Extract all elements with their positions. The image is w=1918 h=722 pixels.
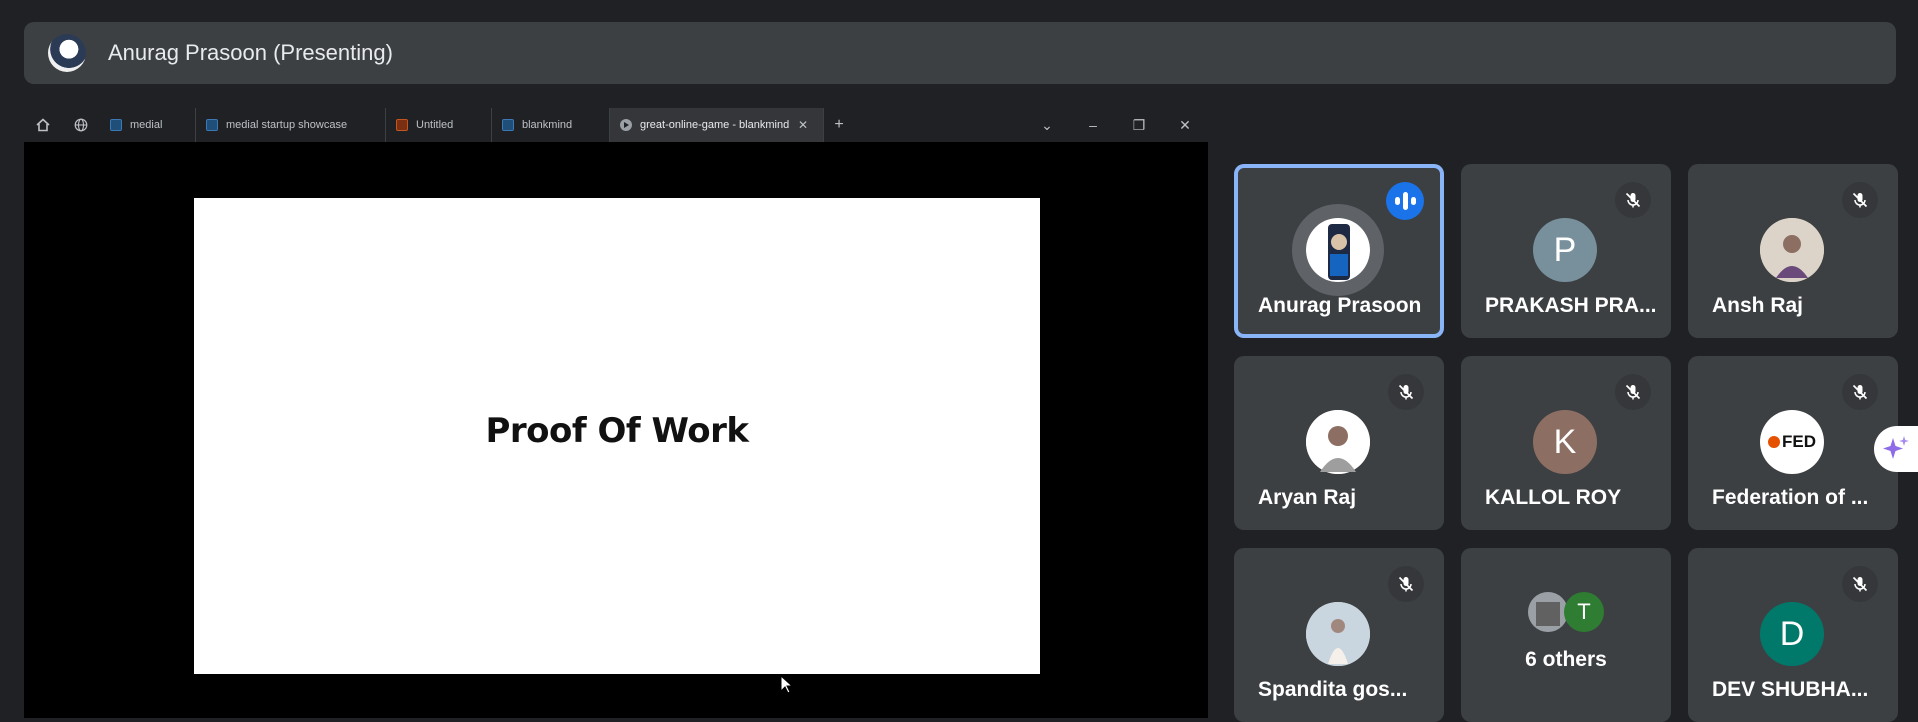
avatar: D: [1760, 602, 1824, 666]
speaking-indicator-icon: [1386, 182, 1424, 220]
shared-screen: medial medial startup showcase Untitled …: [24, 108, 1208, 718]
sparkle-icon: [1883, 436, 1909, 459]
medial-favicon-icon: [206, 119, 218, 131]
participant-tile[interactable]: P PRAKASH PRA...: [1461, 164, 1671, 338]
mic-off-icon: [1388, 566, 1424, 602]
avatar: [1760, 218, 1824, 282]
browser-tab-bar: medial medial startup showcase Untitled …: [24, 108, 1208, 142]
play-favicon-icon: [620, 119, 632, 131]
mic-off-icon: [1388, 374, 1424, 410]
tab-label: great-online-game - blankmind: [640, 119, 790, 131]
presenter-banner: Anurag Prasoon (Presenting): [24, 22, 1896, 84]
tab-medial-startup-showcase[interactable]: medial startup showcase: [196, 108, 386, 142]
blankmind-favicon-icon: [502, 119, 514, 131]
chevron-down-icon[interactable]: ⌄: [1024, 108, 1070, 142]
tab-medial[interactable]: medial: [100, 108, 196, 142]
others-avatars: T: [1461, 592, 1671, 632]
avatar: [1306, 602, 1370, 666]
tab-label: medial startup showcase: [226, 119, 348, 131]
restore-button[interactable]: ❐: [1116, 108, 1162, 142]
participant-name: PRAKASH PRA...: [1485, 294, 1657, 317]
participant-name: KALLOL ROY: [1485, 486, 1622, 509]
window-controls: ⌄ – ❐ ✕: [1024, 108, 1208, 142]
home-icon[interactable]: [24, 108, 62, 142]
participant-tile[interactable]: Spandita gos...: [1234, 548, 1444, 722]
tab-untitled[interactable]: Untitled: [386, 108, 492, 142]
participant-name: Ansh Raj: [1712, 294, 1804, 317]
participant-name: Anurag Prasoon: [1258, 294, 1422, 317]
participant-tile[interactable]: Aryan Raj: [1234, 356, 1444, 530]
others-group: T 6 others: [1461, 592, 1671, 672]
minimize-button[interactable]: –: [1070, 108, 1116, 142]
avatar: K: [1533, 410, 1597, 474]
mic-off-icon: [1615, 182, 1651, 218]
others-tile[interactable]: T 6 others: [1461, 548, 1671, 722]
participant-tile[interactable]: Anurag Prasoon: [1234, 164, 1444, 338]
close-window-button[interactable]: ✕: [1162, 108, 1208, 142]
globe-icon[interactable]: [62, 108, 100, 142]
new-tab-button[interactable]: +: [824, 116, 854, 134]
avatar: P: [1533, 218, 1597, 282]
participant-name: Spandita gos...: [1258, 678, 1408, 701]
fed-logo-icon: [1768, 436, 1780, 448]
presentation-slide: Proof Of Work: [194, 198, 1040, 674]
sparkle-button[interactable]: [1874, 426, 1918, 472]
avatar: [1306, 410, 1370, 474]
mouse-cursor-icon: [780, 674, 794, 700]
slides-favicon-icon: [396, 119, 408, 131]
mic-off-icon: [1842, 566, 1878, 602]
tab-label: Untitled: [416, 119, 454, 131]
close-tab-icon[interactable]: ✕: [798, 118, 808, 132]
tab-great-online-game[interactable]: great-online-game - blankmind ✕: [610, 108, 824, 142]
participant-tile[interactable]: Ansh Raj: [1688, 164, 1898, 338]
participant-name: Aryan Raj: [1258, 486, 1357, 509]
tab-label: medial: [130, 119, 163, 131]
fed-logo-text: FED: [1782, 432, 1816, 451]
avatar: T: [1564, 592, 1604, 632]
presenter-avatar: [48, 34, 86, 72]
tab-label: blankmind: [522, 119, 573, 131]
avatar: [1306, 218, 1370, 282]
mic-off-icon: [1842, 374, 1878, 410]
participant-name: DEV SHUBHA...: [1712, 678, 1869, 701]
avatar: FED: [1760, 410, 1824, 474]
tab-blankmind[interactable]: blankmind: [492, 108, 610, 142]
participant-tile[interactable]: D DEV SHUBHA...: [1688, 548, 1898, 722]
participant-tile[interactable]: FED Federation of ...: [1688, 356, 1898, 530]
presenter-name: Anurag Prasoon (Presenting): [108, 40, 393, 65]
medial-favicon-icon: [110, 119, 122, 131]
others-label: 6 others: [1525, 648, 1607, 671]
mic-off-icon: [1615, 374, 1651, 410]
avatar: [1528, 592, 1568, 632]
slide-title: Proof Of Work: [485, 411, 749, 451]
participant-tile[interactable]: K KALLOL ROY: [1461, 356, 1671, 530]
mic-off-icon: [1842, 182, 1878, 218]
participant-name: Federation of ...: [1712, 486, 1869, 509]
